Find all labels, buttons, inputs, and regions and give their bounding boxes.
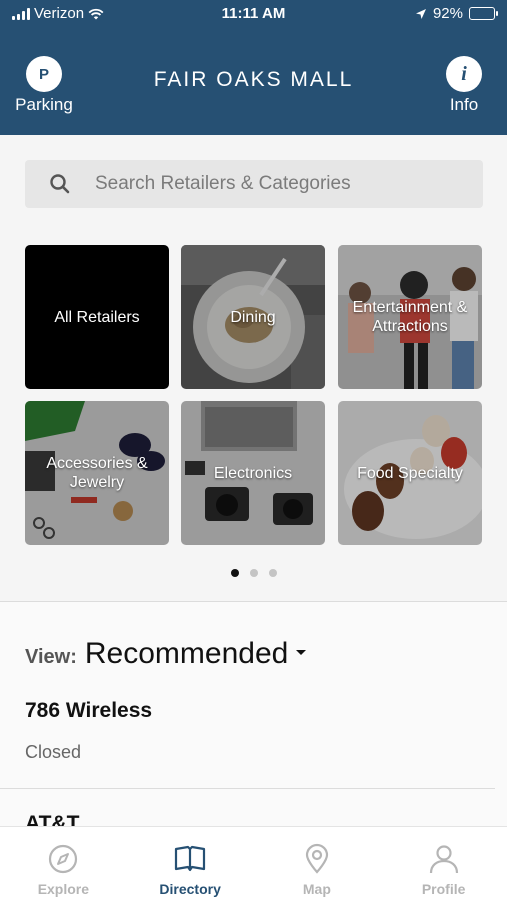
app-header: Verizon 11:11 AM 92% P Parking FAIR OAKS… bbox=[0, 0, 507, 135]
battery-percent: 92% bbox=[432, 5, 463, 22]
location-arrow-icon bbox=[415, 8, 426, 19]
tab-explore[interactable]: Explore bbox=[0, 827, 127, 900]
category-food-specialty[interactable]: Food Specialty bbox=[338, 401, 482, 545]
category-label: Dining bbox=[230, 308, 276, 326]
parking-label: Parking bbox=[15, 95, 73, 114]
category-dining[interactable]: Dining bbox=[181, 245, 325, 389]
tab-label: Map bbox=[302, 881, 331, 897]
category-label: All Retailers bbox=[54, 308, 140, 326]
tab-profile[interactable]: Profile bbox=[380, 827, 507, 900]
tab-directory[interactable]: Directory bbox=[127, 827, 254, 900]
info-button[interactable]: i Info bbox=[428, 56, 500, 115]
search-placeholder: Search Retailers & Categories bbox=[95, 173, 351, 194]
caret-down-icon bbox=[296, 650, 307, 655]
status-bar: Verizon 11:11 AM 92% bbox=[0, 0, 507, 28]
tab-label: Explore bbox=[37, 881, 90, 897]
search-icon bbox=[50, 174, 70, 194]
tab-label: Profile bbox=[421, 881, 466, 897]
category-label: Food Specialty bbox=[357, 464, 463, 482]
tab-label: Directory bbox=[159, 881, 221, 897]
page-dot[interactable] bbox=[230, 569, 239, 577]
person-icon bbox=[429, 845, 458, 874]
view-selector[interactable]: View: Recommended bbox=[25, 637, 307, 671]
category-label: Electronics bbox=[213, 464, 293, 482]
info-icon: i bbox=[446, 56, 482, 92]
category-pagination[interactable] bbox=[0, 569, 507, 577]
category-accessories-jewelry[interactable]: Accessories & Jewelry bbox=[25, 401, 169, 545]
book-icon bbox=[175, 845, 206, 872]
page-dot[interactable] bbox=[249, 569, 258, 577]
tab-map[interactable]: Map bbox=[254, 827, 381, 900]
info-label: Info bbox=[449, 95, 479, 114]
battery-icon bbox=[469, 7, 498, 20]
category-entertainment-attractions[interactable]: Entertainment & Attractions bbox=[338, 245, 482, 389]
category-label: Entertainment & Attractions bbox=[352, 299, 468, 335]
search-input[interactable]: Search Retailers & Categories bbox=[25, 160, 483, 208]
category-label: Accessories & Jewelry bbox=[46, 455, 148, 491]
map-pin-icon bbox=[305, 843, 328, 874]
retailer-status: Closed bbox=[25, 742, 82, 762]
category-electronics[interactable]: Electronics bbox=[181, 401, 325, 545]
bottom-tab-bar: Explore Directory Map Profile bbox=[0, 826, 507, 900]
view-label: View: bbox=[25, 646, 77, 668]
compass-icon bbox=[49, 844, 78, 874]
category-all-retailers[interactable]: All Retailers bbox=[25, 245, 169, 389]
retailer-name[interactable]: 786 Wireless bbox=[25, 699, 152, 723]
view-value: Recommended bbox=[84, 637, 289, 670]
page-dot[interactable] bbox=[268, 569, 277, 577]
list-divider bbox=[0, 788, 495, 789]
